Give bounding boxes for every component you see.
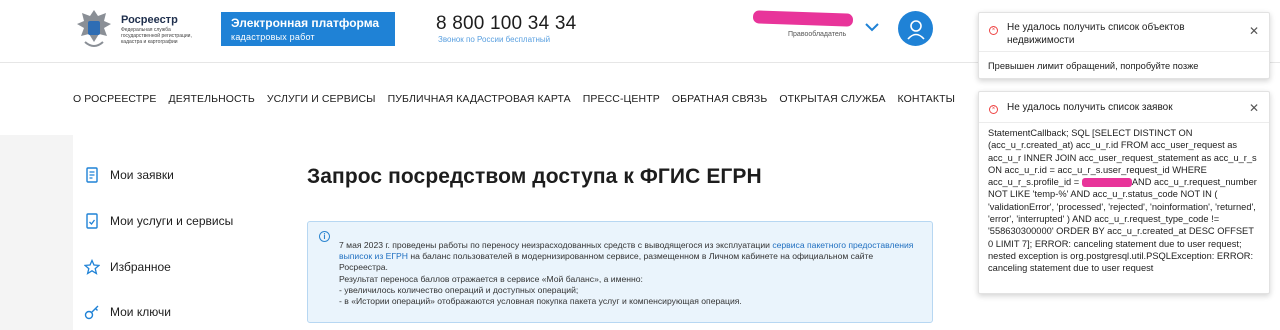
info-text: 7 мая 2023 г. проведены работы по перено… <box>339 240 919 307</box>
nav-item-services[interactable]: УСЛУГИ И СЕРВИСЫ <box>267 93 376 105</box>
star-icon <box>83 258 101 276</box>
key-icon <box>83 303 101 321</box>
sidebar-item-my-keys[interactable]: Мои ключи <box>83 303 171 321</box>
user-avatar[interactable] <box>898 11 933 46</box>
platform-subtitle: кадастровых работ <box>231 32 315 42</box>
info-text-line2: Результат переноса баллов отражается в с… <box>339 273 643 284</box>
sidebar-item-label: Мои заявки <box>110 168 174 182</box>
main-nav: О РОСРЕЕСТРЕ ДЕЯТЕЛЬНОСТЬ УСЛУГИ И СЕРВИ… <box>73 93 967 105</box>
user-icon <box>906 19 925 40</box>
hotline-phone[interactable]: 8 800 100 34 34 <box>436 13 576 35</box>
redacted-username <box>752 10 854 27</box>
sidebar-item-my-requests[interactable]: Мои заявки <box>83 166 174 184</box>
sidebar-item-label: Избранное <box>110 260 171 274</box>
platform-title: Электронная платформа <box>231 16 380 30</box>
redacted-profile-id <box>1081 178 1132 188</box>
nav-item-open-service[interactable]: ОТКРЫТАЯ СЛУЖБА <box>779 93 885 105</box>
chevron-down-icon[interactable] <box>864 20 880 34</box>
toast-title: Не удалось получить список объектов недв… <box>1007 22 1185 46</box>
page-title: Запрос посредством доступа к ФГИС ЕГРН <box>307 165 762 188</box>
hotline-caption: Звонок по России бесплатный <box>438 35 551 44</box>
sidebar-item-label: Мои услуги и сервисы <box>110 214 234 228</box>
sql-error-text-b: AND acc_u_r.request_number NOT LIKE 'tem… <box>988 177 1257 274</box>
nav-item-contacts[interactable]: КОНТАКТЫ <box>898 93 955 105</box>
services-icon <box>83 212 101 230</box>
logo-name[interactable]: Росреестр <box>121 14 178 26</box>
document-icon <box>83 166 101 184</box>
info-text-line4: - в «Истории операций» отображаются усло… <box>339 296 742 307</box>
sidebar-item-my-services[interactable]: Мои услуги и сервисы <box>83 212 233 230</box>
toast-title: Не удалось получить список заявок <box>1007 102 1173 113</box>
nav-item-cadastral-map[interactable]: ПУБЛИЧНАЯ КАДАСТРОВАЯ КАРТА <box>388 93 571 105</box>
info-notice: i 7 мая 2023 г. проведены работы по пере… <box>307 221 933 323</box>
error-icon: × <box>989 26 998 35</box>
error-toast-requests: × Не удалось получить список заявок ✕ St… <box>978 91 1270 294</box>
info-text-line3: - увеличилось количество операций и дост… <box>339 284 579 295</box>
close-icon[interactable]: ✕ <box>1249 101 1259 115</box>
toast-body: Превышен лимит обращений, попробуйте поз… <box>988 61 1199 71</box>
nav-item-about[interactable]: О РОСРЕЕСТРЕ <box>73 93 156 105</box>
toast-body: StatementCallback; SQL [SELECT DISTINCT … <box>979 123 1269 282</box>
error-icon: × <box>989 105 998 114</box>
page: Росреестр Федеральная служба государстве… <box>0 0 1280 330</box>
nav-item-press-center[interactable]: ПРЕСС-ЦЕНТР <box>583 93 660 105</box>
user-role: Правообладатель <box>788 31 847 38</box>
rosreestr-emblem-icon[interactable] <box>73 6 115 54</box>
info-text-part2: на баланс пользователей в модернизирован… <box>339 251 874 273</box>
nav-item-feedback[interactable]: ОБРАТНАЯ СВЯЗЬ <box>672 93 768 105</box>
info-icon: i <box>319 231 330 242</box>
nav-item-activity[interactable]: ДЕЯТЕЛЬНОСТЬ <box>168 93 254 105</box>
error-toast-objects: × Не удалось получить список объектов не… <box>978 12 1270 79</box>
info-text-part1: 7 мая 2023 г. проведены работы по перено… <box>339 240 773 250</box>
close-icon[interactable]: ✕ <box>1249 24 1259 38</box>
logo-subtitle: Федеральная служба государственной регис… <box>121 27 192 45</box>
sidebar-item-favorites[interactable]: Избранное <box>83 258 171 276</box>
cadastral-platform-button[interactable]: Электронная платформа кадастровых работ <box>221 12 395 46</box>
sidebar: Мои заявки Мои услуги и сервисы Избранно… <box>73 135 263 330</box>
sidebar-item-label: Мои ключи <box>110 305 171 319</box>
